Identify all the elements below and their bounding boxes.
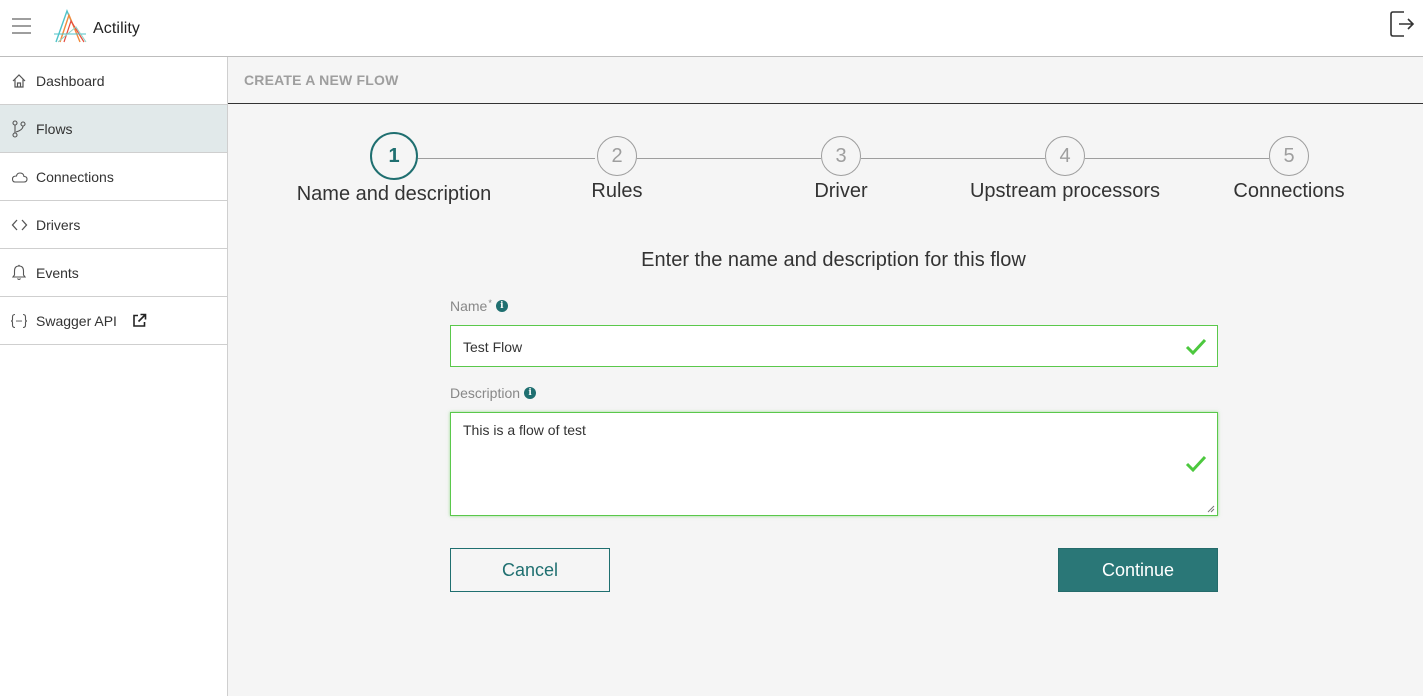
sidebar-item-label: Events bbox=[36, 264, 79, 281]
step-4-label: Upstream processors bbox=[969, 180, 1161, 202]
name-input[interactable]: Test Flow bbox=[450, 325, 1218, 367]
check-icon bbox=[1185, 338, 1207, 356]
step-2-label: Rules bbox=[591, 180, 643, 202]
app-name: Actility bbox=[93, 20, 141, 37]
home-icon bbox=[10, 72, 28, 90]
code-brackets-icon bbox=[10, 216, 28, 234]
description-textarea[interactable]: This is a flow of test bbox=[450, 412, 1218, 516]
name-input-value: Test Flow bbox=[463, 339, 523, 355]
sidebar-item-dashboard[interactable]: Dashboard bbox=[0, 57, 227, 105]
description-label-text: Description bbox=[450, 385, 521, 401]
check-icon bbox=[1185, 455, 1207, 473]
step-1-circle[interactable]: 1 bbox=[370, 132, 418, 180]
info-icon[interactable]: i bbox=[524, 387, 537, 399]
main-content: CREATE A NEW FLOW 1 2 3 4 5 Name and des… bbox=[228, 57, 1423, 696]
sidebar-item-label: Flows bbox=[36, 120, 73, 137]
sidebar-item-flows[interactable]: Flows bbox=[0, 105, 227, 153]
name-label: Name * i bbox=[450, 298, 508, 314]
logout-icon[interactable] bbox=[1389, 10, 1415, 38]
description-label: Description i bbox=[450, 385, 537, 401]
step-3-label: Driver bbox=[814, 180, 868, 202]
bell-icon bbox=[10, 264, 28, 282]
step-2-circle[interactable]: 2 bbox=[597, 136, 637, 176]
page-title: CREATE A NEW FLOW bbox=[244, 72, 399, 88]
page-title-bar: CREATE A NEW FLOW bbox=[228, 57, 1423, 104]
cancel-button[interactable]: Cancel bbox=[450, 548, 610, 592]
step-5-circle[interactable]: 5 bbox=[1269, 136, 1309, 176]
step-3-circle[interactable]: 3 bbox=[821, 136, 861, 176]
hamburger-menu-icon[interactable] bbox=[12, 18, 31, 34]
step-1-label: Name and description bbox=[296, 183, 492, 205]
step-connector bbox=[1085, 158, 1269, 159]
step-connector bbox=[861, 158, 1045, 159]
name-label-text: Name bbox=[450, 298, 488, 314]
external-link-icon[interactable] bbox=[132, 313, 147, 328]
sidebar-item-label: Swagger API bbox=[36, 312, 117, 329]
required-mark: * bbox=[488, 298, 492, 308]
step-connector bbox=[637, 158, 821, 159]
info-icon[interactable]: i bbox=[495, 300, 508, 312]
resize-handle-icon[interactable] bbox=[1207, 505, 1215, 513]
step-4-circle[interactable]: 4 bbox=[1045, 136, 1085, 176]
actility-logo[interactable] bbox=[52, 9, 88, 43]
sidebar: Dashboard Flows Connections Drivers Even… bbox=[0, 57, 228, 696]
sidebar-item-swagger-api[interactable]: Swagger API bbox=[0, 297, 227, 345]
sidebar-item-label: Connections bbox=[36, 168, 114, 185]
sidebar-item-events[interactable]: Events bbox=[0, 249, 227, 297]
flow-branch-icon bbox=[10, 119, 28, 138]
continue-button[interactable]: Continue bbox=[1058, 548, 1218, 592]
sidebar-item-drivers[interactable]: Drivers bbox=[0, 201, 227, 249]
description-textarea-value: This is a flow of test bbox=[463, 422, 586, 438]
step-connector bbox=[418, 158, 595, 159]
sidebar-item-label: Drivers bbox=[36, 216, 81, 233]
sidebar-item-label: Dashboard bbox=[36, 72, 105, 89]
step-5-label: Connections bbox=[1233, 180, 1345, 202]
cloud-icon bbox=[10, 168, 28, 186]
top-header: Actility bbox=[0, 0, 1423, 57]
form-heading: Enter the name and description for this … bbox=[641, 249, 1026, 271]
sidebar-item-connections[interactable]: Connections bbox=[0, 153, 227, 201]
curly-braces-icon bbox=[10, 312, 28, 330]
